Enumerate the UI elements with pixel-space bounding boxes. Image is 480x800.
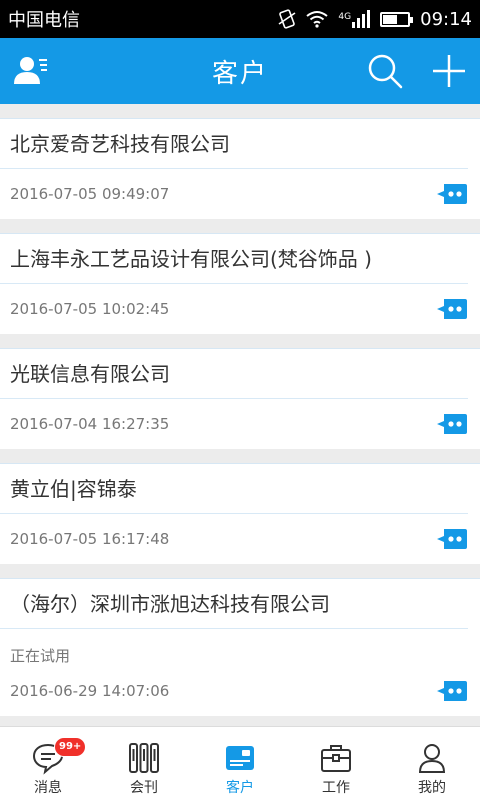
wifi-icon bbox=[306, 11, 329, 28]
customer-list: 北京爱奇艺科技有限公司 2016-07-05 09:49:07 上海丰永工艺品设计有… bbox=[0, 118, 480, 730]
nav-item-profile[interactable]: 我的 bbox=[384, 727, 480, 800]
customer-name: （海尔）深圳市涨旭达科技有限公司 bbox=[0, 579, 468, 629]
customer-card-icon bbox=[226, 746, 254, 770]
customer-meta: 2016-07-04 16:27:35 bbox=[0, 399, 480, 449]
chat-bubble-icon[interactable] bbox=[436, 680, 468, 702]
catalog-icon bbox=[129, 743, 159, 773]
signal-icon bbox=[352, 10, 371, 28]
nav-label: 我的 bbox=[418, 780, 446, 796]
customer-meta: 2016-06-29 14:07:06 bbox=[0, 666, 480, 716]
chat-bubble-icon[interactable] bbox=[436, 413, 468, 435]
customer-card[interactable]: 黄立伯|容锦泰 2016-07-05 16:17:48 bbox=[0, 463, 480, 564]
customer-date: 2016-07-05 16:17:48 bbox=[10, 530, 170, 548]
customer-name: 黄立伯|容锦泰 bbox=[0, 464, 468, 514]
nav-label: 工作 bbox=[322, 780, 350, 796]
chat-bubble-icon[interactable] bbox=[436, 183, 468, 205]
customer-name: 上海丰永工艺品设计有限公司(梵谷饰品 ) bbox=[0, 234, 468, 284]
nav-label: 会刊 bbox=[130, 780, 158, 796]
customer-date: 2016-07-04 16:27:35 bbox=[10, 415, 170, 433]
vibrate-icon bbox=[278, 9, 296, 29]
briefcase-icon bbox=[321, 745, 351, 772]
page-title: 客户 bbox=[211, 58, 268, 89]
nav-label: 客户 bbox=[226, 780, 254, 796]
nav-item-work[interactable]: 工作 bbox=[288, 727, 384, 800]
customer-card[interactable]: 上海丰永工艺品设计有限公司(梵谷饰品 ) 2016-07-05 10:02:45 bbox=[0, 233, 480, 334]
carrier-label: 中国电信 bbox=[8, 10, 80, 31]
customer-name: 北京爱奇艺科技有限公司 bbox=[0, 119, 468, 169]
nav-item-messages[interactable]: 99+ 消息 bbox=[0, 727, 96, 800]
customer-card[interactable]: （海尔）深圳市涨旭达科技有限公司正在试用 2016-06-29 14:07:06 bbox=[0, 578, 480, 716]
chat-bubble-icon[interactable] bbox=[436, 298, 468, 320]
customer-meta: 2016-07-05 09:49:07 bbox=[0, 169, 480, 219]
status-indicators: 4G 09:14 bbox=[278, 9, 472, 30]
customer-card[interactable]: 光联信息有限公司 2016-07-04 16:27:35 bbox=[0, 348, 480, 449]
unread-badge: 99+ bbox=[54, 737, 87, 757]
nav-item-customers[interactable]: 客户 bbox=[192, 727, 288, 800]
chat-bubble-icon[interactable] bbox=[436, 528, 468, 550]
customer-status: 正在试用 bbox=[10, 647, 71, 665]
customer-date: 2016-07-05 10:02:45 bbox=[10, 300, 170, 318]
nav-item-catalog[interactable]: 会刊 bbox=[96, 727, 192, 800]
profile-icon bbox=[418, 744, 446, 773]
plus-icon[interactable] bbox=[430, 52, 468, 90]
customer-meta: 2016-07-05 16:17:48 bbox=[0, 514, 480, 564]
bottom-nav: 99+ 消息 会刊 客户 工作 我的 bbox=[0, 726, 480, 800]
customer-date: 2016-06-29 14:07:06 bbox=[10, 682, 170, 700]
customer-card[interactable]: 北京爱奇艺科技有限公司 2016-07-05 09:49:07 bbox=[0, 118, 480, 219]
customer-name: 光联信息有限公司 bbox=[0, 349, 468, 399]
clock: 09:14 bbox=[420, 8, 472, 30]
app-header: 客户 bbox=[0, 38, 480, 104]
nav-label: 消息 bbox=[34, 780, 62, 796]
contacts-icon[interactable] bbox=[12, 52, 52, 92]
network-type-label: 4G bbox=[338, 12, 352, 22]
battery-icon bbox=[380, 11, 414, 27]
status-bar: 中国电信 4G 09:14 bbox=[0, 0, 480, 38]
search-icon[interactable] bbox=[366, 52, 404, 90]
customer-meta: 2016-07-05 10:02:45 bbox=[0, 284, 480, 334]
customer-date: 2016-07-05 09:49:07 bbox=[10, 185, 170, 203]
